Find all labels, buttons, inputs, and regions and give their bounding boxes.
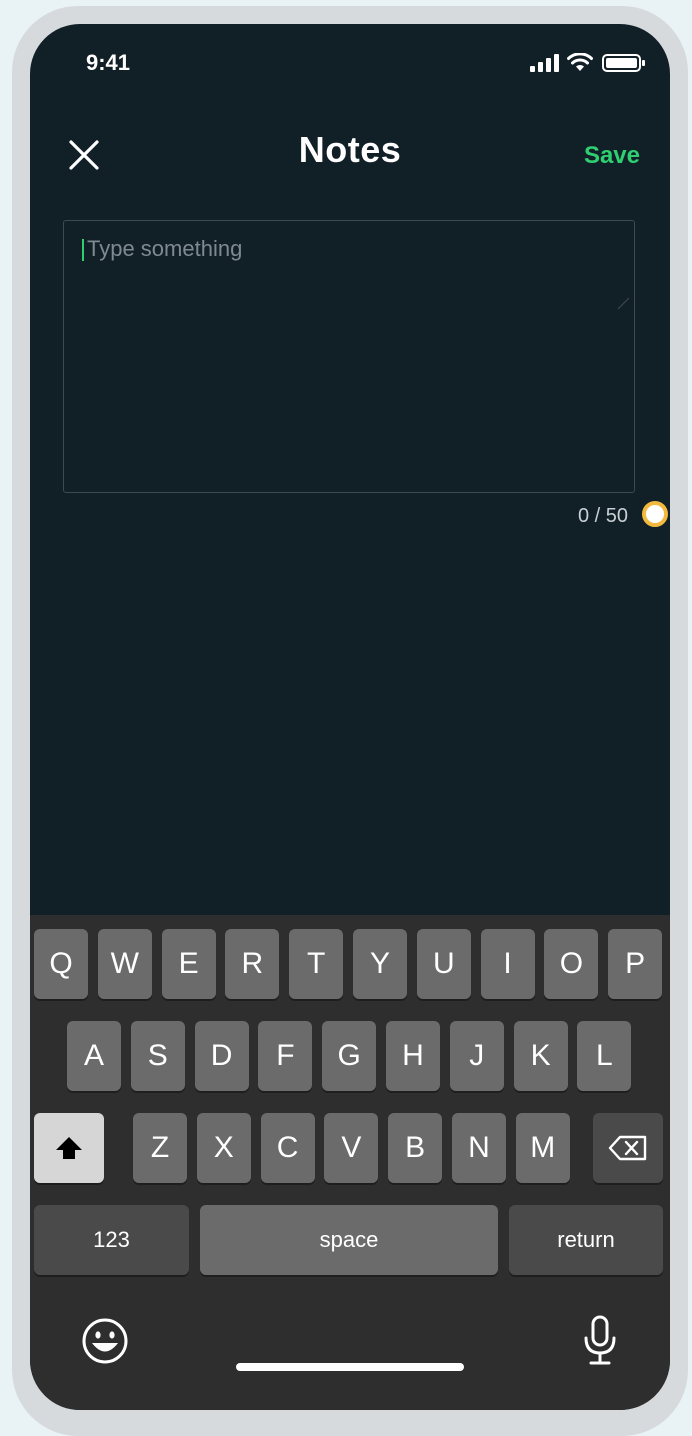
key-m[interactable]: M xyxy=(515,1113,570,1183)
shift-arrow-icon xyxy=(56,1137,82,1159)
key-j[interactable]: J xyxy=(449,1021,504,1091)
key-s[interactable]: S xyxy=(130,1021,185,1091)
note-placeholder: Type something xyxy=(87,236,243,261)
key-y[interactable]: Y xyxy=(353,929,407,999)
note-textarea[interactable]: Type something xyxy=(63,220,635,493)
key-g[interactable]: G xyxy=(322,1021,377,1091)
status-time: 9:41 xyxy=(86,50,131,75)
emoji-icon[interactable] xyxy=(80,1316,130,1366)
keyboard: QWERTYUIOP ASDFGHJKL ZXCVBNM 123 space r… xyxy=(30,915,670,1410)
page-title: Notes xyxy=(298,129,402,170)
key-o[interactable]: O xyxy=(544,929,599,999)
key-t[interactable]: T xyxy=(289,929,344,999)
key-l[interactable]: L xyxy=(577,1021,632,1091)
text-caret xyxy=(82,239,84,261)
shift-key[interactable] xyxy=(34,1113,104,1183)
return-key[interactable]: return xyxy=(509,1205,663,1275)
key-b[interactable]: B xyxy=(388,1113,443,1183)
key-q[interactable]: Q xyxy=(34,929,88,999)
key-x[interactable]: X xyxy=(196,1113,251,1183)
key-f[interactable]: F xyxy=(258,1021,313,1091)
key-k[interactable]: K xyxy=(513,1021,568,1091)
character-counter: 0 / 50 xyxy=(578,505,629,527)
key-z[interactable]: Z xyxy=(133,1113,187,1183)
key-u[interactable]: U xyxy=(416,929,471,999)
home-indicator[interactable] xyxy=(236,1363,464,1371)
save-button[interactable]: Save xyxy=(584,142,640,170)
battery-icon xyxy=(602,54,645,72)
key-a[interactable]: A xyxy=(67,1021,121,1091)
key-i[interactable]: I xyxy=(480,929,535,999)
microphone-icon[interactable] xyxy=(580,1314,620,1368)
key-w[interactable]: W xyxy=(97,929,152,999)
resize-grip-icon[interactable] xyxy=(616,296,630,310)
backspace-icon xyxy=(608,1135,647,1161)
space-key[interactable]: space xyxy=(200,1205,498,1275)
cellular-signal-icon xyxy=(530,54,559,72)
key-e[interactable]: E xyxy=(161,929,216,999)
key-v[interactable]: V xyxy=(324,1113,379,1183)
phone-screen: 9:41 Notes Save Type something 0 / 50 Q … xyxy=(30,24,670,1410)
backspace-key[interactable] xyxy=(593,1113,663,1183)
wifi-icon xyxy=(567,53,593,71)
annotation-marker xyxy=(642,501,668,527)
numbers-key[interactable]: 123 xyxy=(34,1205,189,1275)
status-icons xyxy=(530,52,650,74)
key-d[interactable]: D xyxy=(194,1021,249,1091)
key-h[interactable]: H xyxy=(386,1021,440,1091)
key-n[interactable]: N xyxy=(452,1113,506,1183)
key-c[interactable]: C xyxy=(260,1113,315,1183)
key-p[interactable]: P xyxy=(608,929,663,999)
key-r[interactable]: R xyxy=(225,929,280,999)
